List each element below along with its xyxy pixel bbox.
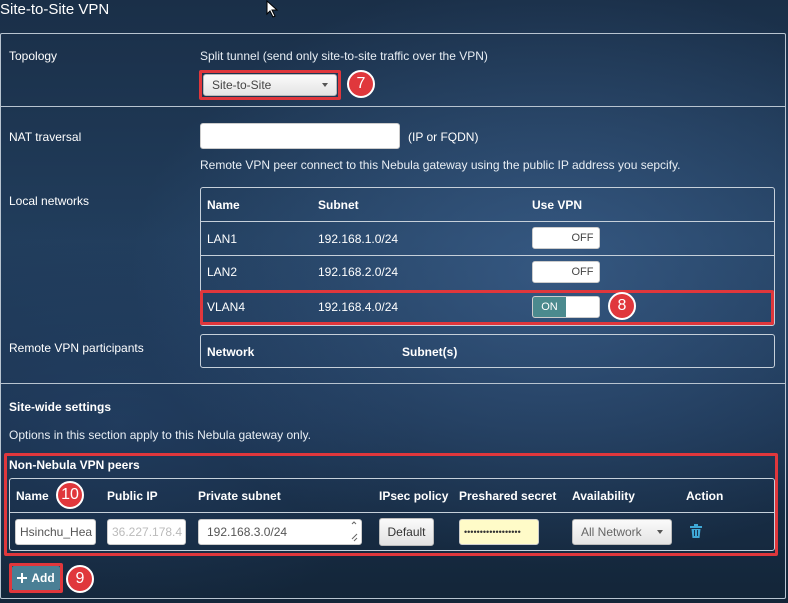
preshared-secret-input[interactable]: •••••••••••••••••• [459, 519, 539, 545]
lan2-subnet: 192.168.2.0/24 [318, 265, 399, 279]
callout-badge-7: 7 [347, 70, 375, 98]
peer-private-subnet-input[interactable]: 192.168.3.0/24 [198, 519, 362, 545]
lan1-name: LAN1 [207, 232, 238, 246]
peer-col-ipsec-policy: IPsec policy [379, 489, 449, 503]
vlan4-row-highlight [200, 290, 774, 325]
divider [1, 383, 785, 384]
page-title: Site-to-Site VPN [0, 1, 110, 18]
peer-private-subnet-value: 192.168.3.0/24 [207, 525, 288, 539]
peer-col-action: Action [686, 489, 724, 503]
callout-badge-8: 8 [608, 292, 636, 320]
chevron-down-icon [322, 83, 328, 87]
col-header-name: Name [207, 198, 240, 212]
chevron-down-icon [657, 530, 663, 534]
callout-badge-9: 9 [66, 565, 94, 593]
peer-col-public-ip: Public IP [107, 489, 158, 503]
toggle-state: OFF [571, 232, 594, 244]
toggle-state: OFF [571, 266, 594, 278]
ipsec-policy-button[interactable]: Default [379, 518, 434, 546]
peer-col-name: Name [16, 489, 49, 503]
col-header-network: Network [207, 345, 255, 359]
mouse-cursor-icon [266, 0, 279, 18]
divider [10, 512, 774, 513]
vlan4-name: VLAN4 [207, 300, 246, 314]
vlan4-vpn-toggle[interactable]: ON [532, 296, 600, 318]
toggle-knob [533, 228, 566, 248]
nat-traversal-suffix: (IP or FQDN) [408, 130, 479, 144]
topology-label: Topology [9, 49, 58, 63]
topology-hint: Split tunnel (send only site-to-site tra… [200, 49, 488, 63]
lan2-vpn-toggle[interactable]: OFF [532, 261, 600, 283]
availability-select-value: All Network [581, 525, 642, 539]
site-wide-description: Options in this section apply to this Ne… [9, 428, 311, 442]
peer-name-input[interactable]: Hsinchu_Hea [15, 519, 96, 545]
topology-select-value: Site-to-Site [212, 78, 272, 92]
col-header-subnet: Subnet [318, 198, 359, 212]
add-peer-button[interactable]: Add [12, 566, 60, 590]
availability-select[interactable]: All Network [572, 519, 672, 545]
nat-traversal-help: Remote VPN peer connect to this Nebula g… [200, 158, 681, 172]
peer-col-preshared-secret: Preshared secret [459, 489, 557, 503]
col-header-subnets: Subnet(s) [402, 345, 458, 359]
nat-traversal-label: NAT traversal [9, 130, 82, 144]
resize-handle-icon [351, 521, 358, 542]
toggle-knob [533, 262, 566, 282]
topology-select[interactable]: Site-to-Site [203, 74, 337, 96]
plus-icon [17, 573, 28, 583]
site-wide-title: Site-wide settings [9, 400, 112, 414]
peer-col-availability: Availability [572, 489, 635, 503]
divider [1, 106, 785, 107]
peers-title: Non-Nebula VPN peers [9, 458, 140, 472]
trash-icon[interactable] [690, 524, 702, 538]
callout-badge-10: 10 [56, 481, 84, 509]
divider [201, 221, 774, 222]
lan1-vpn-toggle[interactable]: OFF [532, 227, 600, 249]
remote-vpn-label: Remote VPN participants [9, 341, 144, 355]
toggle-knob [566, 297, 599, 317]
add-button-label: Add [31, 571, 55, 585]
peer-col-private-subnet: Private subnet [198, 489, 281, 503]
divider [201, 255, 774, 256]
local-networks-label: Local networks [9, 194, 90, 208]
lan1-subnet: 192.168.1.0/24 [318, 232, 399, 246]
nat-traversal-input[interactable] [200, 123, 400, 149]
vlan4-subnet: 192.168.4.0/24 [318, 300, 399, 314]
peer-public-ip-input[interactable]: 36.227.178.4 [107, 519, 186, 545]
toggle-state: ON [533, 297, 566, 317]
lan2-name: LAN2 [207, 265, 238, 279]
col-header-use-vpn: Use VPN [532, 198, 583, 212]
remote-vpn-table [200, 334, 775, 368]
